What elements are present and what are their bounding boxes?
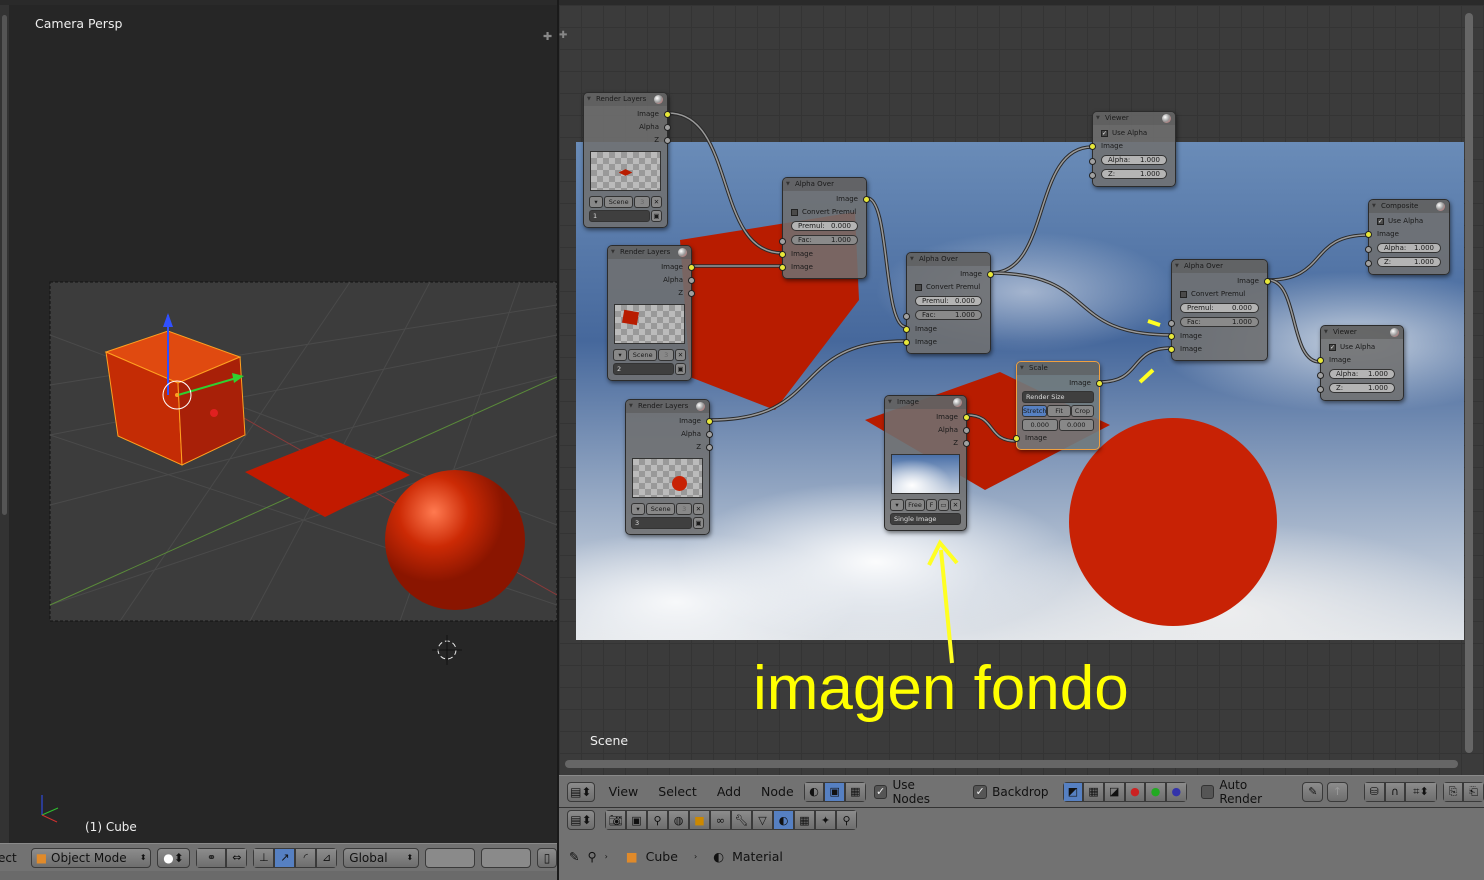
pin-icon[interactable]: ✎ [1302,781,1324,802]
physics-tab-icon[interactable]: ⚲ [836,810,857,830]
annotation-mark [1138,368,1155,384]
layers-group-2[interactable] [481,847,532,868]
compositing-nodes-icon[interactable]: ▣ [824,781,845,802]
material-icon: ◐ [713,848,725,864]
menu-add[interactable]: Add [717,784,741,799]
parent-tree-icon[interactable]: ↑ [1327,781,1348,802]
texture-tab-icon[interactable]: ▦ [794,810,815,830]
timeline-strip [0,871,557,880]
annotation-mark [1147,319,1161,327]
lock-layers-icon[interactable]: ▯ [537,847,557,868]
pivot-point-selector[interactable]: ⚭ [196,847,227,868]
snap-icon[interactable]: ⇔ [226,847,248,868]
mode-selector[interactable]: ■ Object Mode ⬍ [30,847,151,868]
render-tab-icon[interactable]: 📷︎ [605,810,626,830]
cube-icon: ■ [35,850,48,865]
breadcrumb-material[interactable]: Material [732,849,783,864]
viewport-shading-selector[interactable]: ● ⬍ [156,847,191,868]
shader-nodes-icon[interactable]: ◐ [803,781,825,802]
object-menu-truncated[interactable]: ect [0,851,17,865]
render-layer-icon[interactable]: ⛁ [1363,781,1385,802]
alpha-checker-icon[interactable]: ▦ [1083,781,1104,802]
node-editor[interactable]: ✚ Render LayersImageAlphaZ▾Scene3✕1▣Rend… [559,5,1484,775]
annotation-text: imagen fondo [753,654,1129,723]
texture-nodes-icon[interactable]: ▦ [845,781,866,802]
manipulator-toggle-icon[interactable]: ⊥ [253,847,275,868]
properties-breadcrumb: ✎ ⚲ › ■ Cube › ◐ Material [559,832,1484,880]
editor-type-selector[interactable]: ▤⬍ [567,781,595,802]
3d-view-header: ect ■ Object Mode ⬍ ● ⬍ ⚭ ⇔ ⊥ ↗ ◜ ⊿ Global ⬍ ▯ [0,843,557,871]
magnet-icon[interactable]: ∩ [1384,781,1406,802]
backdrop-channels: ◩ ▦ ◪ ● ● ● [1062,781,1187,802]
context-tabs: 📷︎ ▣ ⚲ ◍ ■ ∞ 🔧︎ ▽ ◐ ▦ ✦ ⚲ [605,810,857,830]
use-nodes-toggle[interactable]: ✓ Use Nodes [873,778,956,806]
backdrop-checkbox[interactable]: ✓ [973,784,988,799]
auto-render-checkbox[interactable] [1200,784,1215,799]
copy-icon[interactable]: ⎘ [1442,781,1464,802]
scene-tab-icon[interactable]: ⚲ [647,810,668,830]
solid-sphere-icon: ● [163,850,174,865]
alpha-only-icon[interactable]: ◪ [1103,781,1125,802]
node-tree-type: ◐ ▣ ▦ [803,781,866,802]
node-editor-header: ▤⬍ View Select Add Node ◐ ▣ ▦ ✓ Use Nodes ✓… [559,775,1484,807]
scale-icon[interactable]: ⊿ [316,847,338,868]
transform-orientation-select[interactable]: Global ⬍ [343,847,420,868]
menu-view[interactable]: View [609,784,639,799]
properties-header: ▤⬍ 📷︎ ▣ ⚲ ◍ ■ ∞ 🔧︎ ▽ ◐ ▦ ✦ ⚲ [559,807,1484,832]
render-layers-tab-icon[interactable]: ▣ [626,810,647,830]
axis-gizmo-y [41,807,59,816]
color-alpha-icon[interactable]: ◩ [1062,781,1084,802]
menu-select[interactable]: Select [658,784,697,799]
data-tab-icon[interactable]: ▽ [752,810,773,830]
pivot-group: ⚭ ⇔ [196,847,248,868]
clipboard-group: ⎘ ⎗ [1442,781,1484,802]
manipulator-group: ⊥ ↗ ◜ ⊿ [253,847,338,868]
paste-icon[interactable]: ⎗ [1463,781,1484,802]
horizontal-scrollbar[interactable] [565,760,1458,768]
active-object-label: (1) Cube [85,820,137,834]
breadcrumb-object[interactable]: Cube [646,849,678,864]
scene-label: Scene [590,733,629,748]
properties-editor-type[interactable]: ▤⬍ [567,810,595,830]
cube-icon: ■ [625,848,638,864]
rotate-icon[interactable]: ◜ [295,847,317,868]
use-nodes-checkbox[interactable]: ✓ [873,784,888,799]
layers-group-1[interactable] [425,847,476,868]
snap-element-selector[interactable]: ⌗⬍ [1405,781,1437,802]
translate-icon[interactable]: ↗ [274,847,296,868]
blue-channel-icon[interactable]: ● [1165,781,1187,802]
constraints-tab-icon[interactable]: ∞ [710,810,731,830]
pin-icon[interactable]: ✎ [569,849,579,864]
world-tab-icon[interactable]: ◍ [668,810,689,830]
material-tab-icon[interactable]: ◐ [773,810,794,830]
object-tab-icon[interactable]: ■ [689,810,710,830]
3d-viewport[interactable]: Camera Persp ✚ (1) Cube [0,5,557,843]
green-channel-icon[interactable]: ● [1145,781,1166,802]
red-channel-icon[interactable]: ● [1124,781,1146,802]
scene-render [41,281,557,823]
x-manipulator [210,409,218,417]
backdrop-toggle[interactable]: ✓ Backdrop [973,784,1049,799]
vertical-scrollbar[interactable] [1465,13,1473,753]
axis-gizmo-x [41,814,58,823]
particles-tab-icon[interactable]: ✦ [815,810,836,830]
modifiers-tab-icon[interactable]: 🔧︎ [731,810,752,830]
auto-render-toggle[interactable]: Auto Render [1200,778,1293,806]
menu-node[interactable]: Node [761,784,794,799]
snap-group: ⛁ ∩ ⌗⬍ [1363,781,1437,802]
sphere-object [385,470,525,610]
scene-icon: ⚲ [587,848,597,864]
